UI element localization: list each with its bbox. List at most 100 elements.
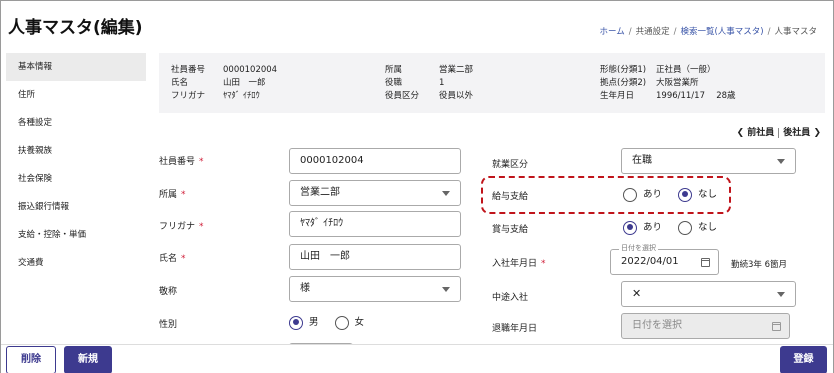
- required-mark: *: [199, 157, 204, 167]
- salary-payment-option-no[interactable]: なし: [678, 187, 718, 202]
- bonus-payment-option-yes-label: あり: [643, 222, 663, 233]
- sidebar-item-address[interactable]: 住所: [6, 81, 146, 109]
- employee-no-label-text: 社員番号: [159, 157, 196, 167]
- gender-radio-group: 男女: [289, 314, 364, 330]
- next-employee-link[interactable]: 後社員 ❯: [783, 128, 821, 138]
- bonus-payment-radio-group: あり なし: [623, 219, 717, 235]
- radio-unchecked-icon: [334, 315, 349, 330]
- furigana-input[interactable]: ﾔﾏﾀﾞ ｲﾁﾛｳ: [289, 211, 461, 237]
- hire-date-picker[interactable]: 日付を選択 2022/04/01: [610, 244, 719, 275]
- employee-navigation: ❮ 前社員 後社員 ❯: [737, 125, 821, 138]
- bonus-payment-option-no[interactable]: なし: [678, 220, 718, 235]
- bonus-payment-label: 賞与支給: [492, 225, 529, 235]
- caret-down-icon: [442, 287, 450, 292]
- bonus-payment-option-no-label: なし: [698, 222, 718, 233]
- breadcrumb: ホーム / 共通設定 / 検索一覧(人事マスタ) / 人事マスタ: [599, 27, 817, 37]
- chevron-right-icon: ❯: [813, 128, 821, 138]
- radio-unchecked-icon: [623, 187, 637, 202]
- department-label-text: 所属: [159, 190, 178, 200]
- summary-key: 役員区分: [385, 91, 420, 101]
- gender-option-male-label: 男: [309, 317, 319, 328]
- sidebar-item-dependents[interactable]: 扶養親族: [6, 137, 146, 165]
- gender-option-male[interactable]: 男: [289, 315, 319, 330]
- summary-value: 0000102004: [223, 65, 278, 75]
- gender-option-female[interactable]: 女: [334, 315, 364, 330]
- bonus-payment-option-yes[interactable]: あり: [623, 220, 663, 235]
- summary-key: 拠点(分類2): [600, 78, 647, 88]
- name-input[interactable]: 山田 一郎: [289, 244, 461, 270]
- department-value: 営業二部: [300, 187, 340, 198]
- required-mark: *: [181, 254, 186, 264]
- breadcrumb-search-list[interactable]: 検索一覧(人事マスタ): [680, 27, 763, 37]
- gender-label: 性別: [159, 320, 178, 330]
- summary-value: 山田 一郎: [223, 78, 266, 88]
- sidebar-item-basic-info[interactable]: 基本情報: [6, 53, 146, 81]
- summary-value: 営業二部: [439, 65, 474, 75]
- summary-value: 1: [439, 78, 445, 88]
- calendar-icon[interactable]: [701, 258, 710, 267]
- furigana-label: フリガナ *: [159, 219, 204, 232]
- summary-key: 役職: [385, 78, 403, 88]
- sidebar-item-transportation[interactable]: 交通費: [6, 249, 146, 277]
- breadcrumb-common-settings: 共通設定: [635, 27, 670, 37]
- caret-down-icon: [777, 159, 785, 164]
- department-label: 所属 *: [159, 187, 186, 200]
- prev-employee-label: 前社員: [747, 128, 775, 138]
- radio-checked-icon: [289, 315, 303, 330]
- summary-key: 所属: [385, 65, 403, 75]
- summary-key: 氏名: [171, 78, 189, 88]
- sidebar: 基本情報 住所 各種設定 扶養親族 社会保険 振込銀行情報 支給・控除・単価 交…: [6, 53, 146, 277]
- summary-value: ﾔﾏﾀﾞ ｲﾁﾛｳ: [223, 91, 260, 101]
- salary-payment-option-yes-label: あり: [643, 189, 663, 200]
- chevron-left-icon: ❮: [736, 128, 745, 138]
- mid-career-select[interactable]: ✕: [621, 281, 796, 307]
- summary-value: 役員以外: [439, 91, 474, 101]
- summary-col-1: 社員番号 0000102004 氏名 山田 一郎 フリガナ ﾔﾏﾀﾞ ｲﾁﾛｳ: [171, 64, 277, 103]
- summary-key: 生年月日: [600, 91, 635, 101]
- new-button[interactable]: 新規: [64, 346, 112, 373]
- salary-payment-option-yes[interactable]: あり: [623, 187, 663, 202]
- radio-unchecked-icon: [678, 220, 693, 235]
- employee-no-label: 社員番号 *: [159, 154, 204, 167]
- honorific-value: 様: [300, 283, 310, 294]
- employment-status-select[interactable]: 在職: [621, 148, 796, 174]
- breadcrumb-current: 人事マスタ: [774, 27, 817, 37]
- sidebar-item-social-insurance[interactable]: 社会保険: [6, 165, 146, 193]
- radio-checked-icon: [623, 220, 637, 235]
- required-mark: *: [181, 190, 186, 200]
- summary-value: 正社員（一般）: [656, 65, 716, 75]
- page-title: 人事マスタ(編集): [8, 18, 143, 38]
- hire-date-float-label: 日付を選択: [619, 244, 658, 253]
- honorific-select[interactable]: 様: [289, 276, 461, 302]
- tenure-text: 勤続3年 6箇月: [731, 260, 788, 270]
- mid-career-label: 中途入社: [492, 293, 529, 303]
- salary-payment-radio-group: あり なし: [623, 186, 717, 202]
- summary-key: フリガナ: [171, 91, 206, 101]
- summary-value: 1996/11/17 28歳: [656, 91, 736, 101]
- sidebar-item-settings[interactable]: 各種設定: [6, 109, 146, 137]
- footer-action-bar: 削除 新規 登録: [1, 344, 833, 373]
- employment-status-label: 就業区分: [492, 160, 529, 170]
- name-label: 氏名 *: [159, 251, 186, 264]
- sidebar-item-bank-info[interactable]: 振込銀行情報: [6, 193, 146, 221]
- summary-key: 社員番号: [171, 65, 206, 75]
- delete-button[interactable]: 削除: [6, 346, 56, 373]
- nav-divider: [778, 127, 780, 138]
- summary-col-3: 形態(分類1) 正社員（一般） 拠点(分類2) 大阪営業所 生年月日 1996/11/…: [600, 64, 736, 103]
- retire-date-label: 退職年月日: [492, 324, 538, 334]
- prev-employee-link[interactable]: ❮ 前社員: [737, 128, 775, 138]
- employee-no-input[interactable]: 0000102004: [289, 148, 461, 174]
- furigana-label-text: フリガナ: [159, 222, 196, 232]
- summary-key: 形態(分類1): [600, 65, 647, 75]
- caret-down-icon: [777, 292, 785, 297]
- salary-payment-label: 給与支給: [492, 192, 529, 202]
- radio-checked-icon: [678, 187, 693, 202]
- next-employee-label: 後社員: [783, 128, 811, 138]
- breadcrumb-home[interactable]: ホーム: [599, 27, 624, 37]
- sidebar-item-payments-deductions[interactable]: 支給・控除・単価: [6, 221, 146, 249]
- employee-summary-panel: 社員番号 0000102004 氏名 山田 一郎 フリガナ ﾔﾏﾀﾞ ｲﾁﾛｳ 所属 営…: [159, 53, 825, 113]
- save-button[interactable]: 登録: [780, 346, 827, 373]
- department-select[interactable]: 営業二部: [289, 180, 461, 206]
- salary-payment-option-no-label: なし: [698, 189, 718, 200]
- retire-date-picker[interactable]: 日付を選択: [621, 313, 790, 339]
